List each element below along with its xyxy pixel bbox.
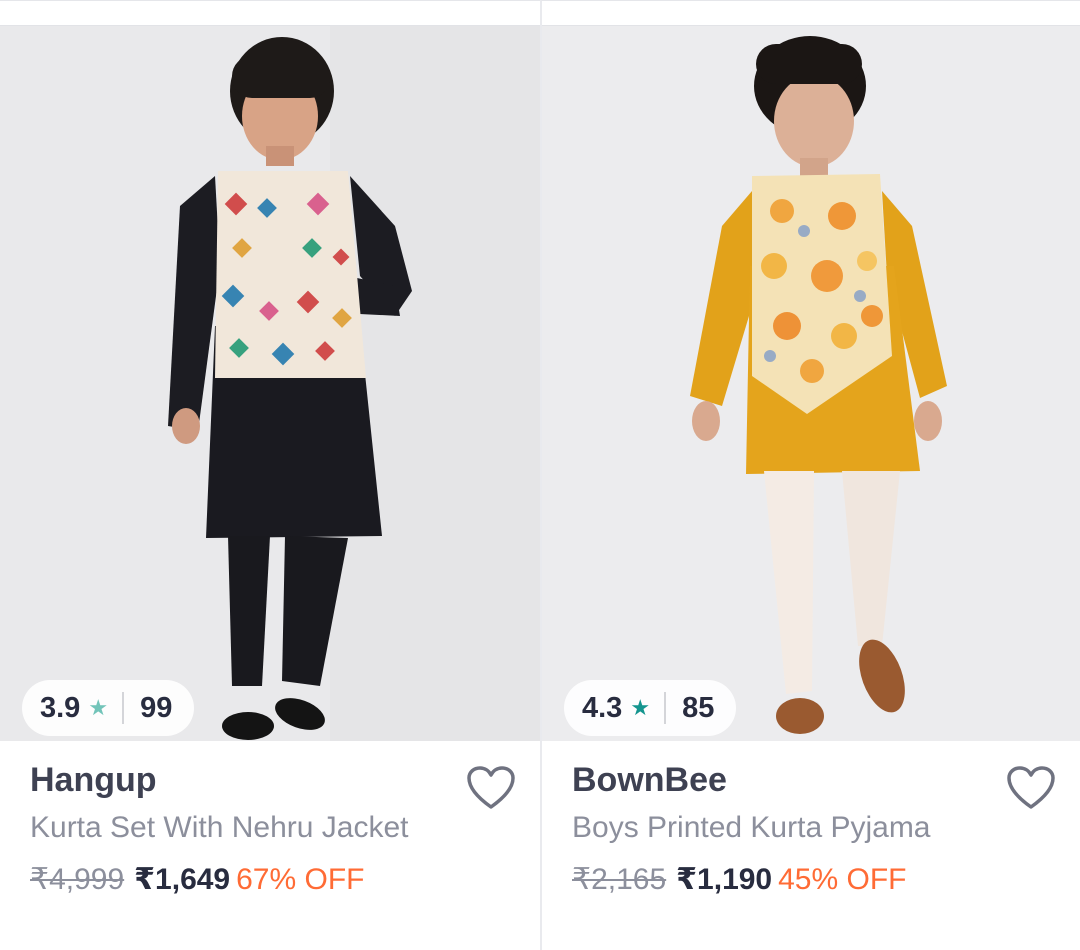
rating-count: 85 <box>682 691 715 724</box>
product-photo <box>0 26 540 741</box>
original-price: ₹2,165 <box>572 863 667 896</box>
rating-divider <box>664 692 667 724</box>
original-price: ₹4,999 <box>30 863 125 896</box>
star-icon: ★ <box>630 695 651 720</box>
selling-price: ₹1,190 <box>676 863 773 896</box>
product-image[interactable]: 4.3 ★ 85 <box>542 26 1080 741</box>
product-card-1[interactable]: 3.9 ★ 99 Hangup Kurta Set With Nehru Jac… <box>0 0 540 950</box>
discount-label: 45% OFF <box>778 863 907 896</box>
previous-row-strip <box>542 1 1080 26</box>
previous-row-strip <box>0 1 540 26</box>
product-image[interactable]: 3.9 ★ 99 <box>0 26 540 741</box>
heart-outline-icon[interactable] <box>1006 765 1056 811</box>
rating-divider <box>122 692 125 724</box>
selling-price: ₹1,649 <box>134 863 231 896</box>
product-title: Boys Printed Kurta Pyjama <box>572 811 931 844</box>
brand-name: Hangup <box>30 761 157 799</box>
rating-badge: 4.3 ★ 85 <box>564 680 737 736</box>
price-row: ₹4,999 ₹1,649 67% OFF <box>30 862 365 897</box>
product-card-2[interactable]: 4.3 ★ 85 BownBee Boys Printed Kurta Pyja… <box>540 0 1080 950</box>
rating-value: 3.9 <box>40 691 81 724</box>
product-photo <box>542 26 1080 741</box>
rating-badge: 3.9 ★ 99 <box>22 680 195 736</box>
product-grid: 3.9 ★ 99 Hangup Kurta Set With Nehru Jac… <box>0 0 1080 950</box>
price-row: ₹2,165 ₹1,190 45% OFF <box>572 862 907 897</box>
discount-label: 67% OFF <box>236 863 365 896</box>
product-info[interactable]: BownBee Boys Printed Kurta Pyjama ₹2,165… <box>542 741 1080 950</box>
heart-outline-icon[interactable] <box>466 765 516 811</box>
star-icon: ★ <box>88 695 109 720</box>
rating-count: 99 <box>140 691 173 724</box>
rating-value: 4.3 <box>582 691 623 724</box>
product-title: Kurta Set With Nehru Jacket <box>30 811 409 844</box>
brand-name: BownBee <box>572 761 727 799</box>
product-info[interactable]: Hangup Kurta Set With Nehru Jacket ₹4,99… <box>0 741 540 950</box>
